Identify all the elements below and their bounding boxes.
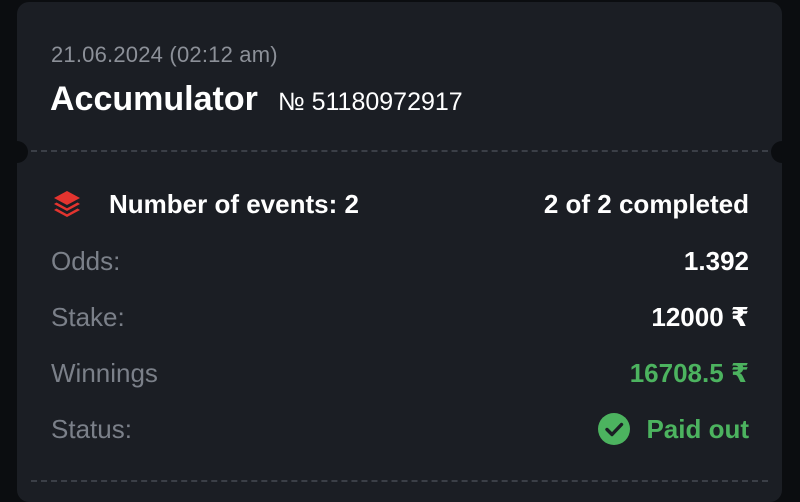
status-label: Status: xyxy=(51,413,132,444)
bet-type-title: Accumulator xyxy=(50,80,258,118)
stake-label: Stake: xyxy=(51,301,125,332)
status-value: Paid out xyxy=(646,413,749,444)
layers-icon xyxy=(51,188,83,220)
odds-value: 1.392 xyxy=(683,245,749,276)
events-count-label: Number of events: 2 xyxy=(109,188,359,219)
check-circle-icon xyxy=(598,413,631,445)
winnings-value: 16708.5 ₹ xyxy=(629,357,749,388)
ticket-divider xyxy=(31,150,768,152)
ticket-notch-left xyxy=(17,141,28,163)
winnings-row: Winnings 16708.5 ₹ xyxy=(51,355,749,391)
bet-header: Accumulator № 51180972917 xyxy=(50,80,463,119)
bet-number: № 51180972917 xyxy=(277,88,463,116)
status-row: Status: Paid out xyxy=(51,411,749,447)
bet-ticket-card: 21.06.2024 (02:12 am) Accumulator № 5118… xyxy=(17,2,782,502)
odds-label: Odds: xyxy=(51,245,121,276)
events-completed-value: 2 of 2 completed xyxy=(543,188,749,219)
stake-value: 12000 ₹ xyxy=(651,301,749,332)
ticket-notch-right xyxy=(771,141,782,163)
winnings-label: Winnings xyxy=(51,357,158,388)
bet-datetime: 21.06.2024 (02:12 am) xyxy=(51,42,278,67)
stake-row: Stake: 12000 ₹ xyxy=(51,299,749,335)
odds-row: Odds: 1.392 xyxy=(51,243,749,279)
events-row: Number of events: 2 2 of 2 completed xyxy=(51,186,749,222)
